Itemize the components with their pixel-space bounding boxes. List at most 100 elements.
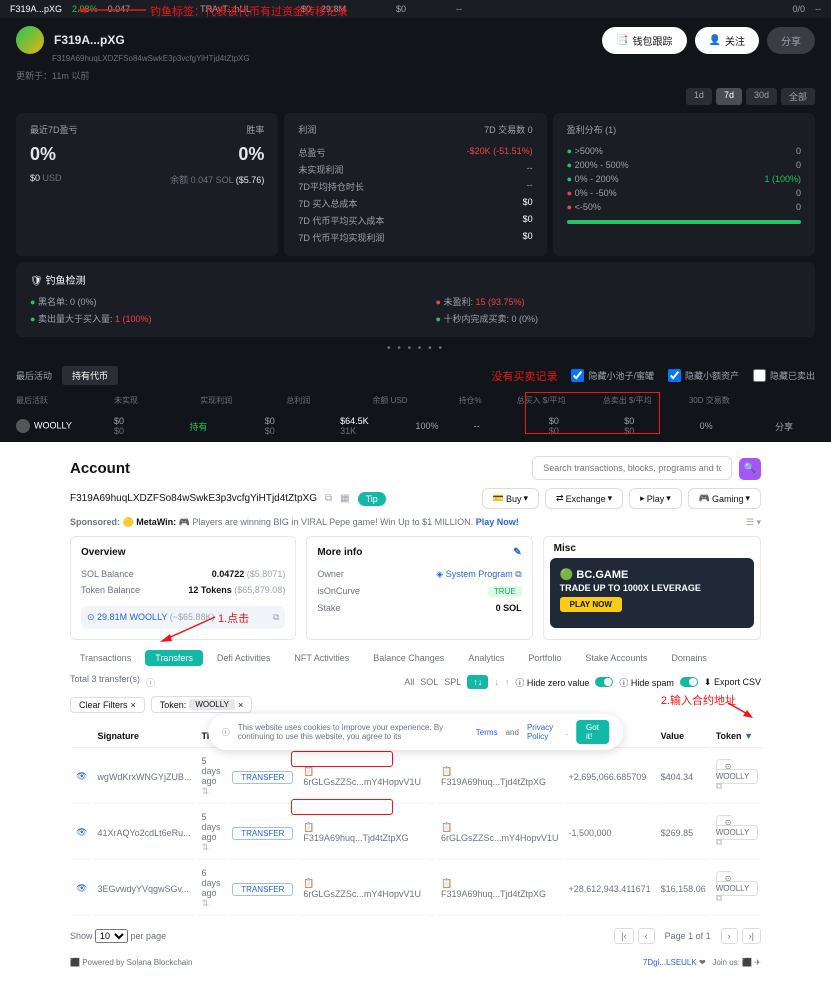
filter-icon[interactable]: ▼: [744, 731, 753, 741]
topbar-pct: 2.98%: [72, 4, 98, 14]
menu-icon[interactable]: ☰ ▾: [746, 517, 761, 528]
cb-hide-small[interactable]: 隐藏小额资产: [668, 368, 739, 384]
misc-card: Misc 🟢 BC.GAME TRADE UP TO 1000X LEVERAG…: [543, 536, 761, 640]
tab-all[interactable]: 全部: [781, 88, 815, 105]
eye-icon[interactable]: 👁: [76, 827, 87, 837]
filter-sol[interactable]: SOL: [420, 677, 438, 687]
sponsored-row: Sponsored: 🟡 MetaWin: 🎮 Players are winn…: [70, 517, 761, 528]
pagesize[interactable]: 10: [95, 929, 128, 943]
export-csv[interactable]: ⬇ Export CSV: [704, 677, 761, 688]
signature-link[interactable]: 41XrAQYo2cdLt6eRu...: [93, 806, 195, 860]
watch-button[interactable]: 👤关注: [695, 27, 759, 54]
account-address: F319A69huqLXDZFSo84wSwkE3p3vcfgYiHTjd4tZ…: [70, 493, 317, 504]
gaming-dropdown[interactable]: 🎮 Gaming ▾: [688, 488, 761, 509]
from-address[interactable]: 📋 6rGLGsZZSc...mY4HopvV1U: [299, 862, 425, 916]
search-button[interactable]: 🔍: [739, 458, 761, 480]
eye-icon[interactable]: 👁: [76, 771, 87, 781]
transfer-row[interactable]: 👁 wgWdKrxWNGYjZUB... 5 days ago ⇅ TRANSF…: [72, 750, 762, 804]
search-input[interactable]: [532, 456, 732, 480]
annotation-phishing: 钓鱼标签：代表该代币有过资金转移记录: [150, 3, 348, 19]
share-button[interactable]: 分享: [767, 27, 815, 54]
sort-btn[interactable]: ↑↓: [467, 675, 488, 689]
to-address[interactable]: 📋 F319A69huq...Tjd4tZtpXG: [437, 862, 563, 916]
to-address[interactable]: 📋 6rGLGsZZSc...mY4HopvV1U: [437, 806, 563, 860]
page-prev[interactable]: ‹: [638, 928, 655, 944]
tab-balance[interactable]: Balance Changes: [363, 650, 454, 666]
signature-link[interactable]: wgWdKrxWNGYjZUB...: [93, 750, 195, 804]
terms-link[interactable]: Terms: [476, 728, 498, 737]
play-dropdown[interactable]: ▸ Play ▾: [629, 488, 682, 509]
tab-analytics[interactable]: Analytics: [458, 650, 514, 666]
transfer-row[interactable]: 👁 3EGvwdyYVqgwSGv... 6 days ago ⇅ TRANSF…: [72, 862, 762, 916]
transfer-badge: TRANSFER: [232, 827, 293, 840]
row-share-btn[interactable]: 分享: [775, 420, 815, 433]
tip-button[interactable]: Tip: [358, 492, 386, 506]
privacy-link[interactable]: Privacy Policy: [527, 723, 558, 741]
pnl-card: 最近7D盈亏胜率 0%0% $0 USD余额 0.047 SOL ($5.76): [16, 113, 278, 256]
woolly-link[interactable]: ⊙ 29.81M WOOLLY (~$65.88K) ⧉: [81, 606, 285, 629]
full-address: F319A69huqLXDZFSo84wSwkE3p3vcfgYiHTjd4tZ…: [52, 54, 831, 69]
filter-all[interactable]: All: [404, 677, 414, 687]
toggle-zero[interactable]: [595, 677, 613, 687]
tab-transactions[interactable]: Transactions: [70, 650, 141, 666]
signature-link[interactable]: 3EGvwdyYVqgwSGv...: [93, 862, 195, 916]
tab-transfers[interactable]: Transfers: [145, 650, 203, 666]
filter-holdings[interactable]: 持有代币: [62, 366, 118, 385]
holdings-header: 最后活跃 未实现 实现利润 总利润 余额 USD 持仓% 总买入 $/平均 总卖…: [0, 391, 831, 410]
overview-card: Overview SOL Balance0.04722 ($5.8071) To…: [70, 536, 296, 640]
phishing-detection: 🛡 钓鱼检测 ● 黑名单: 0 (0%) ● 卖出量大于买入量: 1 (100%…: [16, 262, 815, 337]
moreinfo-card: More info✎ Owner◈ System Program ⧉ isOnC…: [306, 536, 532, 640]
edit-icon[interactable]: ✎: [513, 547, 521, 558]
pager-dots: • • • • • •: [0, 337, 831, 360]
bc-game-ad[interactable]: 🟢 BC.GAME TRADE UP TO 1000X LEVERAGE PLA…: [550, 558, 754, 628]
tab-1d[interactable]: 1d: [686, 88, 712, 105]
token-filter[interactable]: Token: WOOLLY ×: [151, 696, 252, 713]
dist-bar: [567, 220, 801, 224]
playnow-link[interactable]: Play Now!: [476, 517, 519, 527]
time-tabs: 1d 7d 30d 全部: [0, 88, 831, 113]
owner-link[interactable]: ◈ System Program ⧉: [436, 569, 521, 580]
transfer-badge: TRANSFER: [232, 883, 293, 896]
cookie-accept[interactable]: Got it!: [576, 720, 609, 744]
filter-row: 最后活动 持有代币 没有买卖记录 隐藏小池子/蜜罐 隐藏小额资产 隐藏已卖出: [0, 360, 831, 391]
avatar: [16, 26, 44, 54]
token-icon: [16, 419, 30, 433]
updated-meta: 更新于：11m 以前: [0, 69, 831, 88]
eye-icon[interactable]: 👁: [76, 883, 87, 893]
tab-7d[interactable]: 7d: [716, 88, 742, 105]
page-first[interactable]: |‹: [614, 928, 633, 944]
tab-30d[interactable]: 30d: [746, 88, 777, 105]
annotation-box-from1: [291, 751, 393, 767]
copy-icon[interactable]: ⧉: [325, 493, 332, 504]
clear-filters[interactable]: Clear Filters ×: [70, 697, 145, 713]
tab-nft[interactable]: NFT Activities: [284, 650, 359, 666]
buy-dropdown[interactable]: 💳 Buy ▾: [482, 488, 539, 509]
top-bar: F319A...pXG 2.98% 0.047 TRAvT...hUL $0 2…: [0, 0, 831, 18]
to-address[interactable]: 📋 F319A69huq...Tjd4tZtpXG: [437, 750, 563, 804]
qr-icon[interactable]: ▦: [340, 493, 349, 504]
person-icon: 👤: [709, 35, 721, 46]
cb-hide-sold[interactable]: 隐藏已卖出: [753, 368, 815, 384]
explorer-tabs: Transactions Transfers Defi Activities N…: [70, 650, 761, 666]
tab-portfolio[interactable]: Portfolio: [518, 650, 571, 666]
profit-card: 利润7D 交易数 0 总盈亏-$20K (-51.51%) 未实现利润-- 7D…: [284, 113, 546, 256]
filter-spl[interactable]: SPL: [444, 677, 461, 687]
annotation-box-trades: [525, 392, 660, 434]
cookie-banner: ⓘ This website uses cookies to improve y…: [208, 714, 624, 750]
annotation-box-from3: [291, 799, 393, 815]
tab-stake[interactable]: Stake Accounts: [575, 650, 657, 666]
cb-hide-pool[interactable]: 隐藏小池子/蜜罐: [571, 368, 654, 384]
tab-domains[interactable]: Domains: [661, 650, 717, 666]
follow-button[interactable]: 📑钱包跟踪: [602, 27, 686, 54]
tab-defi[interactable]: Defi Activities: [207, 650, 281, 666]
transfer-badge: TRANSFER: [232, 771, 293, 784]
holding-row[interactable]: WOOLLY $0$0 持有 $0$0 $64.5K31K 100% -- $0…: [0, 410, 831, 442]
transfer-row[interactable]: 👁 41XrAQYo2cdLt6eRu... 5 days ago ⇅ TRAN…: [72, 806, 762, 860]
exchange-dropdown[interactable]: ⇄ Exchange ▾: [545, 488, 623, 509]
distribution-card: 盈利分布 (1) ● >500%0 ● 200% - 500%0 ● 0% - …: [553, 113, 815, 256]
page-title: Account: [70, 460, 130, 477]
toggle-spam[interactable]: [680, 677, 698, 687]
page-next[interactable]: ›: [721, 928, 738, 944]
bookmark-icon: 📑: [616, 35, 628, 46]
page-last[interactable]: ›|: [742, 928, 761, 944]
